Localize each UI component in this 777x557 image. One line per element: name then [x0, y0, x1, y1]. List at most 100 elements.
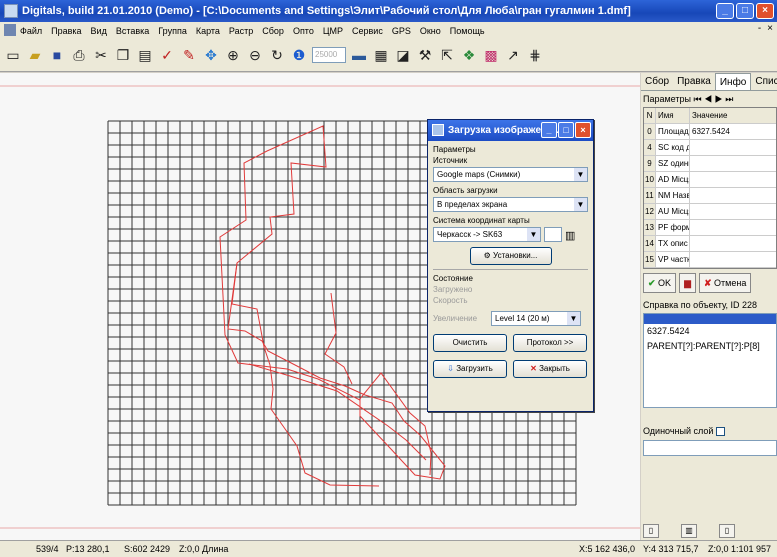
- settings-button-label: Установки...: [493, 251, 538, 260]
- monitor-icon[interactable]: ▬: [350, 46, 368, 64]
- grid-icon[interactable]: ⋕: [526, 46, 544, 64]
- scale-input[interactable]: 25000: [312, 47, 346, 63]
- menu-edit[interactable]: Правка: [51, 26, 81, 36]
- settings-button[interactable]: ⚙ Установки...: [469, 247, 552, 265]
- table-row[interactable]: 10 AD Місця: [644, 172, 776, 188]
- info-line: PARENT[?]:PARENT[?]:P[8]: [647, 341, 760, 351]
- open-icon[interactable]: ▰: [26, 46, 44, 64]
- speed-label: Скорость: [433, 296, 468, 305]
- menu-view[interactable]: Вид: [91, 26, 107, 36]
- menu-help[interactable]: Помощь: [450, 26, 485, 36]
- select-icon[interactable]: ⇱: [438, 46, 456, 64]
- row-number: 15: [644, 252, 656, 267]
- cut-icon[interactable]: ✂: [92, 46, 110, 64]
- tab-list[interactable]: Список: [751, 73, 777, 90]
- layer-select[interactable]: [643, 440, 777, 457]
- menu-map[interactable]: Карта: [196, 26, 220, 36]
- params-toolbar: Параметры ⏮ ◀ ▶ ⏭: [641, 91, 777, 107]
- table-row[interactable]: 11 NM Назв: [644, 188, 776, 204]
- zoom-in-icon[interactable]: ⊕: [224, 46, 242, 64]
- layers-icon[interactable]: ◪: [394, 46, 412, 64]
- table-icon[interactable]: ▦: [372, 46, 390, 64]
- source-select[interactable]: Google maps (Снимки) ▼: [433, 167, 588, 182]
- area-select[interactable]: В пределах экрана ▼: [433, 197, 588, 212]
- clear-button[interactable]: Очистить: [433, 334, 507, 352]
- last-record-icon[interactable]: ⏭: [725, 94, 733, 104]
- menu-file[interactable]: Файл: [20, 26, 42, 36]
- pan-icon[interactable]: ✥: [202, 46, 220, 64]
- image-icon[interactable]: ▩: [482, 46, 500, 64]
- state-label: Состояние: [433, 274, 473, 283]
- row-value[interactable]: [690, 204, 776, 219]
- check-icon[interactable]: ✓: [158, 46, 176, 64]
- tool-icon[interactable]: ⚒: [416, 46, 434, 64]
- table-row[interactable]: 0 Площадь 6327.5424: [644, 124, 776, 140]
- row-value[interactable]: [690, 172, 776, 187]
- print-icon[interactable]: ⎙: [70, 46, 88, 64]
- table-row[interactable]: 14 TX опис: [644, 236, 776, 252]
- tab-collect[interactable]: Сбор: [641, 73, 673, 90]
- mdi-close-button[interactable]: ×: [767, 23, 773, 34]
- layout-other-icon[interactable]: ▯: [719, 524, 735, 538]
- next-record-icon[interactable]: ▶: [715, 94, 723, 104]
- new-icon[interactable]: ▭: [4, 46, 22, 64]
- crs-select[interactable]: Черкасск -> SK63 ▼: [433, 227, 541, 242]
- dialog-maximize-button[interactable]: □: [558, 122, 574, 138]
- crs-extra-field[interactable]: [544, 227, 562, 242]
- info-icon[interactable]: ❶: [290, 46, 308, 64]
- row-value[interactable]: [690, 220, 776, 235]
- zoom-out-icon[interactable]: ⊖: [246, 46, 264, 64]
- table-row[interactable]: 12 AU Місця: [644, 204, 776, 220]
- menu-raster[interactable]: Растр: [229, 26, 253, 36]
- row-value[interactable]: 6327.5424: [690, 124, 776, 139]
- row-value[interactable]: [690, 140, 776, 155]
- tab-edit[interactable]: Правка: [673, 73, 715, 90]
- status-item-count: 539/4: [36, 544, 59, 554]
- row-value[interactable]: [690, 252, 776, 267]
- table-row[interactable]: 15 VP частк: [644, 252, 776, 268]
- menu-opto[interactable]: Опто: [293, 26, 314, 36]
- menu-collect[interactable]: Сбор: [262, 26, 284, 36]
- tab-info[interactable]: Инфо: [714, 73, 752, 90]
- dialog-close-button[interactable]: ×: [575, 122, 591, 138]
- pencil-icon[interactable]: ✎: [180, 46, 198, 64]
- load-button[interactable]: ⇩ Загрузить: [433, 360, 507, 378]
- column-header: Имя: [656, 108, 690, 123]
- crs-value: Черкасск -> SK63: [437, 230, 503, 239]
- row-value[interactable]: [690, 236, 776, 251]
- table-row[interactable]: 13PF форми: [644, 220, 776, 236]
- dialog-close-action-button[interactable]: ✕ Закрыть: [513, 360, 587, 378]
- close-button[interactable]: ×: [756, 3, 774, 19]
- menu-group[interactable]: Группа: [158, 26, 187, 36]
- restore-button[interactable]: ▆: [679, 273, 696, 293]
- protocol-button[interactable]: Протокол >>: [513, 334, 587, 352]
- layout-single-icon[interactable]: ▯: [643, 524, 659, 538]
- layout-double-icon[interactable]: ▥: [681, 524, 697, 538]
- map-icon[interactable]: ❖: [460, 46, 478, 64]
- save-icon[interactable]: ■: [48, 46, 66, 64]
- table-row[interactable]: 4 SC код д: [644, 140, 776, 156]
- single-layer-checkbox[interactable]: [715, 427, 725, 437]
- first-record-icon[interactable]: ⏮: [694, 94, 702, 104]
- maximize-button[interactable]: □: [736, 3, 754, 19]
- menu-dem[interactable]: ЦМР: [323, 26, 343, 36]
- refresh-icon[interactable]: ↻: [268, 46, 286, 64]
- cancel-button[interactable]: ✘ Отмена: [698, 273, 752, 293]
- crs-book-icon[interactable]: ▥: [565, 229, 575, 242]
- menu-window[interactable]: Окно: [420, 26, 441, 36]
- menu-service[interactable]: Сервис: [352, 26, 383, 36]
- paste-icon[interactable]: ▤: [136, 46, 154, 64]
- prev-record-icon[interactable]: ◀: [704, 94, 712, 104]
- table-row[interactable]: 9 SZ одини: [644, 156, 776, 172]
- row-value[interactable]: [690, 188, 776, 203]
- menu-insert[interactable]: Вставка: [116, 26, 149, 36]
- menu-gps[interactable]: GPS: [392, 26, 411, 36]
- ok-button[interactable]: ✔ OK: [643, 273, 677, 293]
- mdi-minimize-button[interactable]: -: [758, 23, 761, 34]
- dialog-minimize-button[interactable]: _: [541, 122, 557, 138]
- minimize-button[interactable]: _: [716, 3, 734, 19]
- zoom-select[interactable]: Level 14 (20 м) ▼: [491, 311, 581, 326]
- row-value[interactable]: [690, 156, 776, 171]
- copy-icon[interactable]: ❐: [114, 46, 132, 64]
- line-icon[interactable]: ↗: [504, 46, 522, 64]
